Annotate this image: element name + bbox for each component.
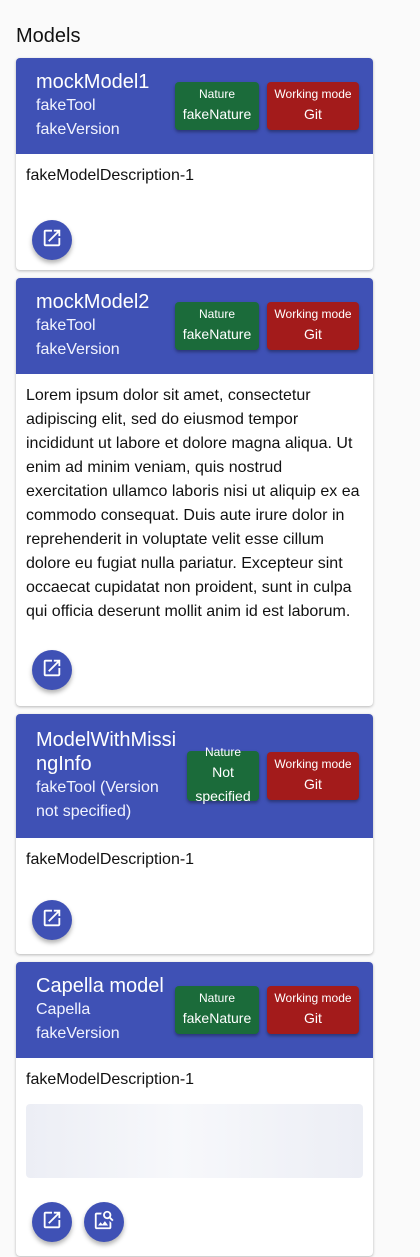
nature-value: fakeNature [182, 326, 252, 342]
model-card: ModelWithMissingInfo fakeTool (Version n… [16, 714, 373, 954]
nature-label: Nature [198, 991, 236, 1005]
model-version: fakeVersion [36, 1025, 120, 1042]
diagram-cache-placeholder [26, 1104, 363, 1178]
image-search-icon [93, 1209, 115, 1236]
model-tool-version: fakeTool (Version not specified) [36, 779, 159, 820]
working-mode-label: Working mode [274, 87, 352, 101]
nature-label: Nature [198, 307, 236, 321]
nature-chip: Nature fakeNature [175, 82, 259, 130]
working-mode-value: Git [304, 326, 322, 342]
model-name: mockModel1 [36, 71, 150, 93]
card-actions [16, 650, 373, 690]
model-card-header: mockModel1 fakeTool fakeVersion Nature f… [16, 58, 373, 154]
model-card-header: mockModel2 fakeTool fakeVersion Nature f… [16, 278, 373, 374]
open-in-new-icon [41, 907, 63, 934]
open-model-button[interactable] [32, 650, 72, 690]
nature-chip: Nature Not specified [187, 745, 259, 804]
model-card-header: ModelWithMissingInfo fakeTool (Version n… [16, 714, 373, 838]
working-mode-chip: Working mode Git [267, 752, 359, 800]
working-mode-label: Working mode [274, 991, 352, 1005]
model-tool: fakeTool [36, 97, 96, 114]
model-name: mockModel2 [36, 291, 150, 313]
card-body: fakeModelDescription-1 [16, 1058, 373, 1178]
model-description: fakeModelDescription-1 [26, 167, 195, 184]
model-version: fakeVersion [36, 121, 120, 138]
open-in-new-icon [41, 227, 63, 254]
nature-label: Nature [204, 745, 242, 759]
view-diagrams-button[interactable] [84, 1202, 124, 1242]
model-name: Capella model [36, 975, 164, 997]
open-model-button[interactable] [32, 1202, 72, 1242]
model-tool: fakeTool [36, 317, 96, 334]
model-description: Lorem ipsum dolor sit amet, consectetur … [26, 387, 360, 620]
models-page: Models mockModel1 fakeTool fakeVersion N… [0, 0, 420, 1256]
model-titles: ModelWithMissingInfo fakeTool (Version n… [36, 728, 179, 824]
open-in-new-icon [41, 657, 63, 684]
nature-value: fakeNature [182, 106, 252, 122]
working-mode-label: Working mode [274, 307, 352, 321]
nature-chip: Nature fakeNature [175, 986, 259, 1034]
working-mode-value: Git [304, 106, 322, 122]
card-actions [16, 1202, 373, 1242]
open-in-new-icon [41, 1209, 63, 1236]
model-titles: Capella model Capella fakeVersion [36, 974, 167, 1046]
model-card: mockModel1 fakeTool fakeVersion Nature f… [16, 58, 373, 270]
open-model-button[interactable] [32, 900, 72, 940]
nature-label: Nature [198, 87, 236, 101]
model-card-header: Capella model Capella fakeVersion Nature… [16, 962, 373, 1058]
model-card: mockModel2 fakeTool fakeVersion Nature f… [16, 278, 373, 706]
model-tool: Capella [36, 1001, 91, 1018]
working-mode-chip: Working mode Git [267, 302, 359, 350]
working-mode-chip: Working mode Git [267, 986, 359, 1034]
model-name: ModelWithMissingInfo [36, 729, 177, 775]
model-description: fakeModelDescription-1 [26, 1071, 195, 1088]
model-titles: mockModel2 fakeTool fakeVersion [36, 290, 167, 362]
card-actions [16, 220, 373, 260]
working-mode-value: Git [304, 776, 322, 792]
nature-value: fakeNature [182, 1010, 252, 1026]
model-titles: mockModel1 fakeTool fakeVersion [36, 70, 167, 142]
model-version: fakeVersion [36, 341, 120, 358]
nature-chip: Nature fakeNature [175, 302, 259, 350]
working-mode-label: Working mode [274, 757, 352, 771]
nature-value: Not specified [195, 764, 251, 804]
working-mode-chip: Working mode Git [267, 82, 359, 130]
card-actions [16, 900, 373, 940]
open-model-button[interactable] [32, 220, 72, 260]
model-card: Capella model Capella fakeVersion Nature… [16, 962, 373, 1256]
page-title: Models [16, 25, 81, 47]
model-description: fakeModelDescription-1 [26, 851, 195, 868]
working-mode-value: Git [304, 1010, 322, 1026]
